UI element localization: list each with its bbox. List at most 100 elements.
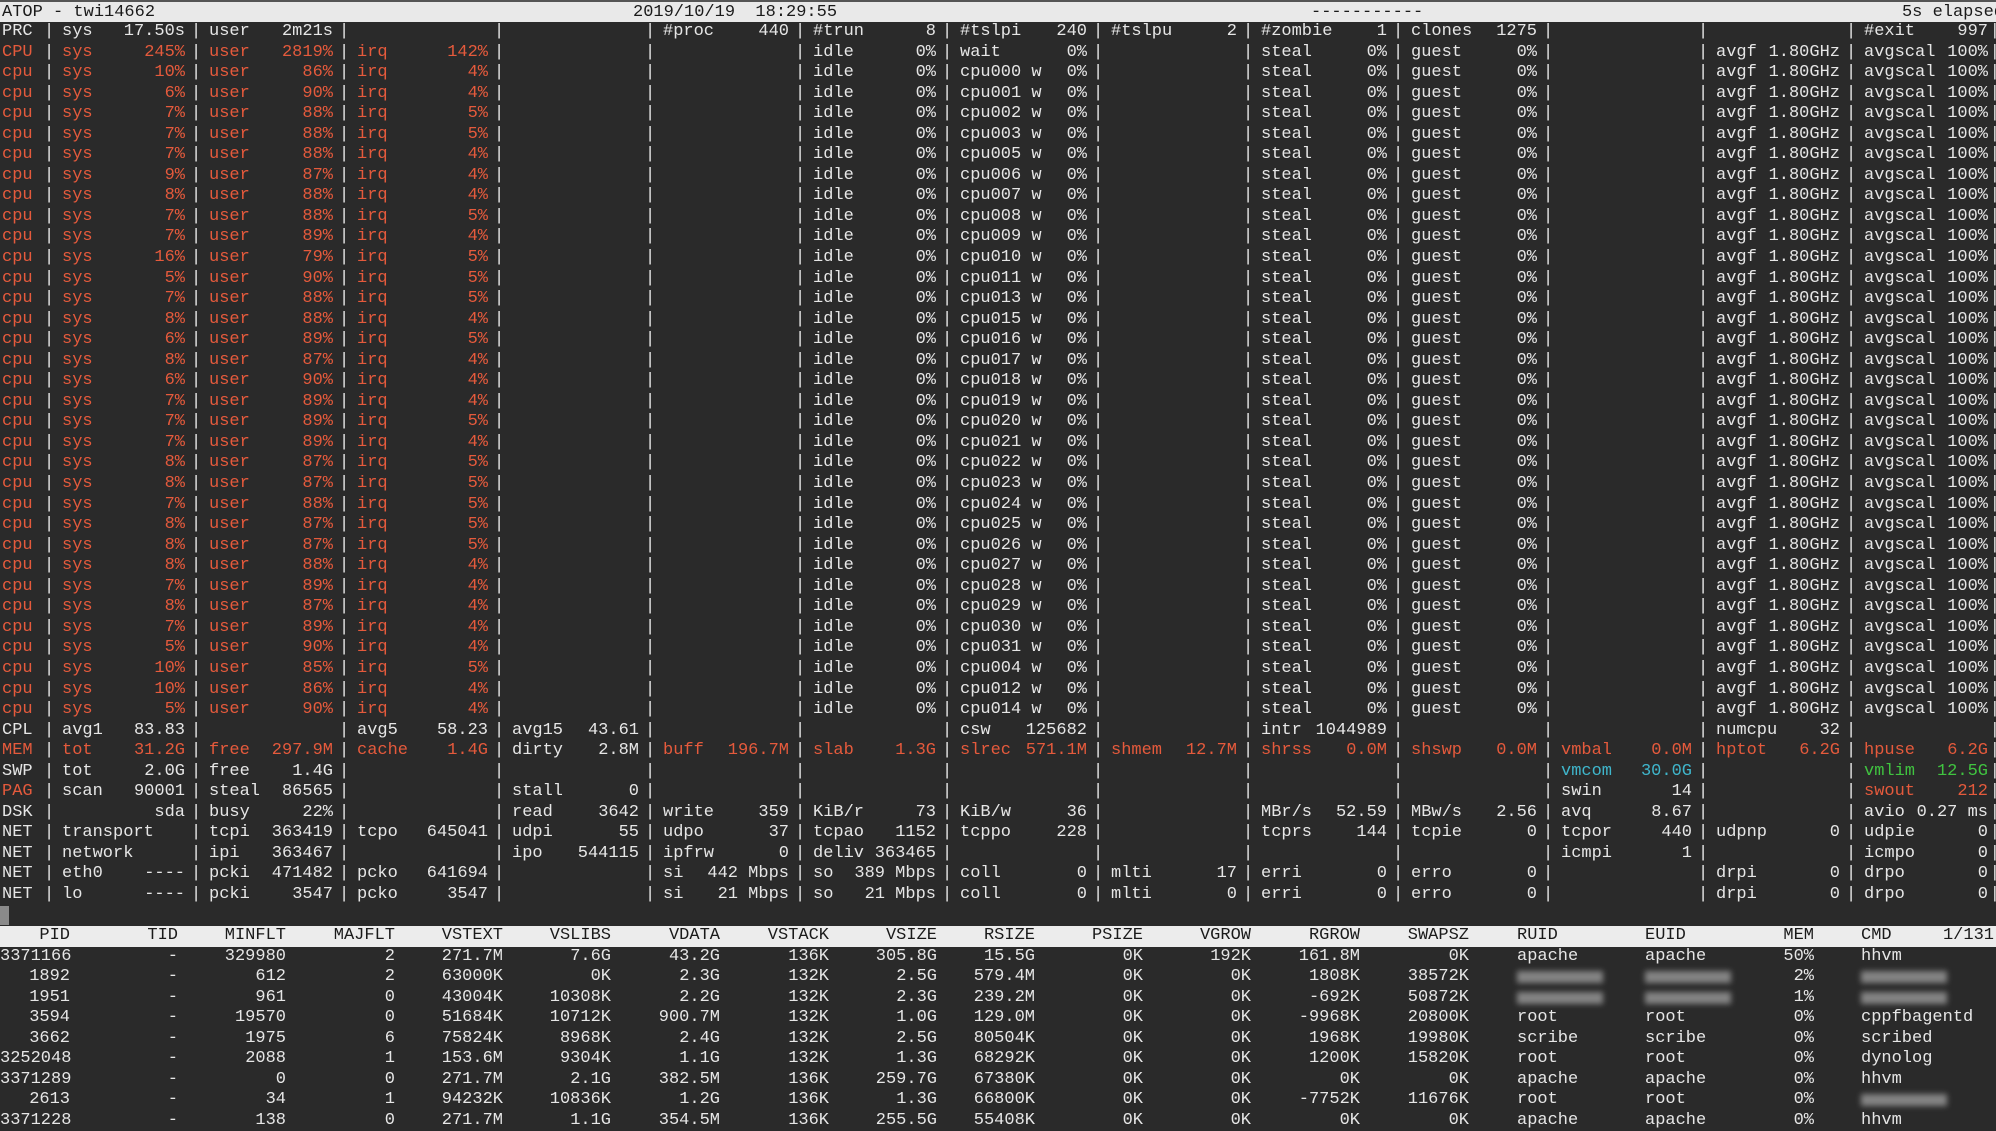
metric-key: steal	[1261, 658, 1313, 678]
metric-key: si	[663, 864, 684, 884]
metric-cell: idle0%	[795, 638, 944, 659]
column-header-majflt[interactable]: MAJFLT	[286, 926, 395, 947]
metric-cell: avgf1.80GHz	[1698, 659, 1848, 680]
metric-cell: user89%	[191, 330, 341, 351]
process-row[interactable]: 2613-34 1 94232K 10836K 1.2G 136K 1.3G 66800K 0K…	[0, 1090, 1996, 1111]
metric-key: guest	[1411, 432, 1463, 452]
row-label: cpu	[2, 412, 33, 432]
metric-cell: vmbal0.0M	[1543, 741, 1700, 762]
empty-cell	[494, 63, 647, 84]
metric-key: deliv	[813, 843, 865, 863]
column-header-ruid[interactable]: RUID	[1469, 926, 1645, 947]
metric-cell: avgf1.80GHz	[1698, 84, 1848, 105]
metric-value: 0%	[915, 515, 936, 535]
column-header-pid[interactable]: PID	[0, 926, 70, 947]
process-psize: 0K	[1122, 1110, 1143, 1130]
metric-key: sys	[62, 268, 93, 288]
column-header-tid[interactable]: TID	[70, 926, 178, 947]
metric-key: idle	[813, 124, 854, 144]
process-row[interactable]: 3371166-329980 2 271.7M 7.6G 43.2G 136K 305.8G…	[0, 947, 1996, 968]
column-header-vdata[interactable]: VDATA	[611, 926, 720, 947]
process-row[interactable]: 3252048-2088 1 153.6M 9304K 1.1G 132K 1.3G 6829…	[0, 1049, 1996, 1070]
process-vstack: 136K	[788, 1110, 829, 1130]
process-vdata: 900.7M	[658, 1008, 720, 1028]
process-row[interactable]: 3594-19570 0 51684K 10712K 900.7M 132K 1.0G 129…	[0, 1008, 1996, 1029]
metric-value: 8%	[164, 350, 185, 370]
metric-cell: sys5%	[44, 268, 193, 290]
metric-value: 88%	[302, 494, 333, 514]
metric-key: cpu006 w	[960, 165, 1042, 185]
column-header-vstext[interactable]: VSTEXT	[395, 926, 503, 947]
metric-key: avgf	[1716, 494, 1757, 514]
metric-cell: pcko641694	[339, 864, 496, 885]
column-header-vgrow[interactable]: VGROW	[1143, 926, 1251, 947]
metric-cell: #proc440	[645, 22, 797, 43]
metric-value: 8%	[164, 309, 185, 329]
metric-key: sys	[62, 22, 93, 41]
metric-value: 4%	[467, 556, 488, 576]
metric-value: 0%	[1516, 145, 1537, 165]
metric-value: 1.80GHz	[1768, 474, 1840, 494]
metric-key: mlti	[1111, 864, 1152, 884]
column-header-vslibs[interactable]: VSLIBS	[503, 926, 611, 947]
column-header-mem[interactable]: MEM	[1745, 926, 1814, 947]
metric-value: 0%	[915, 227, 936, 247]
metric-key: guest	[1411, 658, 1463, 678]
metric-cell: buff196.7M	[645, 741, 797, 762]
column-header-minflt[interactable]: MINFLT	[178, 926, 286, 947]
process-vsize: 259.7G	[875, 1069, 937, 1089]
metric-cell: cpu019 w0%	[942, 392, 1095, 413]
process-ruid	[1469, 988, 1645, 1009]
metric-key: tcpao	[813, 823, 865, 843]
metric-key: cpu024 w	[960, 494, 1042, 514]
metric-value: 0%	[1366, 679, 1387, 699]
metric-cell: irq5%	[339, 453, 496, 474]
system-row-cpl: CPLavg183.83avg558.23avg1543.61csw125682…	[0, 721, 1996, 742]
metric-cell: steal0%	[1243, 351, 1395, 372]
column-header-vsize[interactable]: VSIZE	[829, 926, 937, 947]
process-row[interactable]: 1951-961 0 43004K 10308K 2.2G 132K 2.3G 239.2M 0…	[0, 988, 1996, 1009]
column-header-cmd[interactable]: CMD 1/131	[1814, 926, 1996, 947]
metric-value: 0%	[915, 124, 936, 144]
metric-cell: cpu018 w0%	[942, 371, 1095, 392]
metric-key: so	[813, 864, 834, 884]
process-row[interactable]: 3371228-138 0 271.7M 1.1G 354.5M 136K 255.5G 55…	[0, 1111, 1996, 1131]
column-header-rgrow[interactable]: RGROW	[1251, 926, 1360, 947]
metric-cell: avg183.83	[44, 721, 193, 742]
metric-key: user	[209, 104, 250, 124]
process-vsize: 2.5G	[896, 1028, 937, 1048]
metric-value: 5%	[467, 248, 488, 268]
metric-value: 4%	[467, 165, 488, 185]
metric-cell: guest0%	[1393, 166, 1545, 187]
process-vslibs: 10308K	[549, 987, 611, 1007]
metric-key: pcko	[357, 864, 398, 884]
column-header-vstack[interactable]: VSTACK	[720, 926, 829, 947]
metric-value: 7%	[164, 227, 185, 247]
column-header-rsize[interactable]: RSIZE	[937, 926, 1035, 947]
metric-key: avgscal	[1864, 309, 1936, 329]
metric-value: 1.80GHz	[1768, 576, 1840, 596]
column-header-label: VSLIBS	[549, 926, 611, 945]
metric-cell: avgf1.80GHz	[1698, 125, 1848, 146]
metric-key: sys	[62, 309, 93, 329]
metric-value: 5%	[467, 453, 488, 473]
metric-value: 8%	[164, 515, 185, 535]
metric-key: user	[209, 515, 250, 535]
process-row[interactable]: 3662-1975 6 75824K 8968K 2.4G 132K 2.5G 80504K 0…	[0, 1029, 1996, 1050]
metric-key: free	[209, 741, 250, 761]
column-header-label: VDATA	[668, 926, 720, 945]
metric-value: 212	[1957, 782, 1988, 802]
column-header-swapsz[interactable]: SWAPSZ	[1360, 926, 1469, 947]
process-table[interactable]: PID TID MINFLT MAJFLT VSTEXT VSLIBS VDATA VSTAC…	[0, 926, 1996, 1131]
column-header-euid[interactable]: EUID	[1645, 926, 1745, 947]
metric-value: 2.0G	[144, 761, 185, 781]
column-header-label: SWAPSZ	[1407, 926, 1469, 945]
metric-key: sys	[62, 535, 93, 555]
metric-cell: avgscal100%	[1846, 495, 1996, 516]
metric-value: 0	[1977, 843, 1988, 863]
process-row[interactable]: 1892-612 2 63000K 0K 2.3G 132K 2.5G 579.4M 0K 0K 1…	[0, 967, 1996, 988]
column-header-psize[interactable]: PSIZE	[1035, 926, 1143, 947]
metric-cell: slrec571.1M	[942, 741, 1095, 762]
process-row[interactable]: 3371289-0 0 271.7M 2.1G 382.5M 136K 259.7G 6738…	[0, 1070, 1996, 1091]
empty-cell	[1543, 351, 1700, 372]
